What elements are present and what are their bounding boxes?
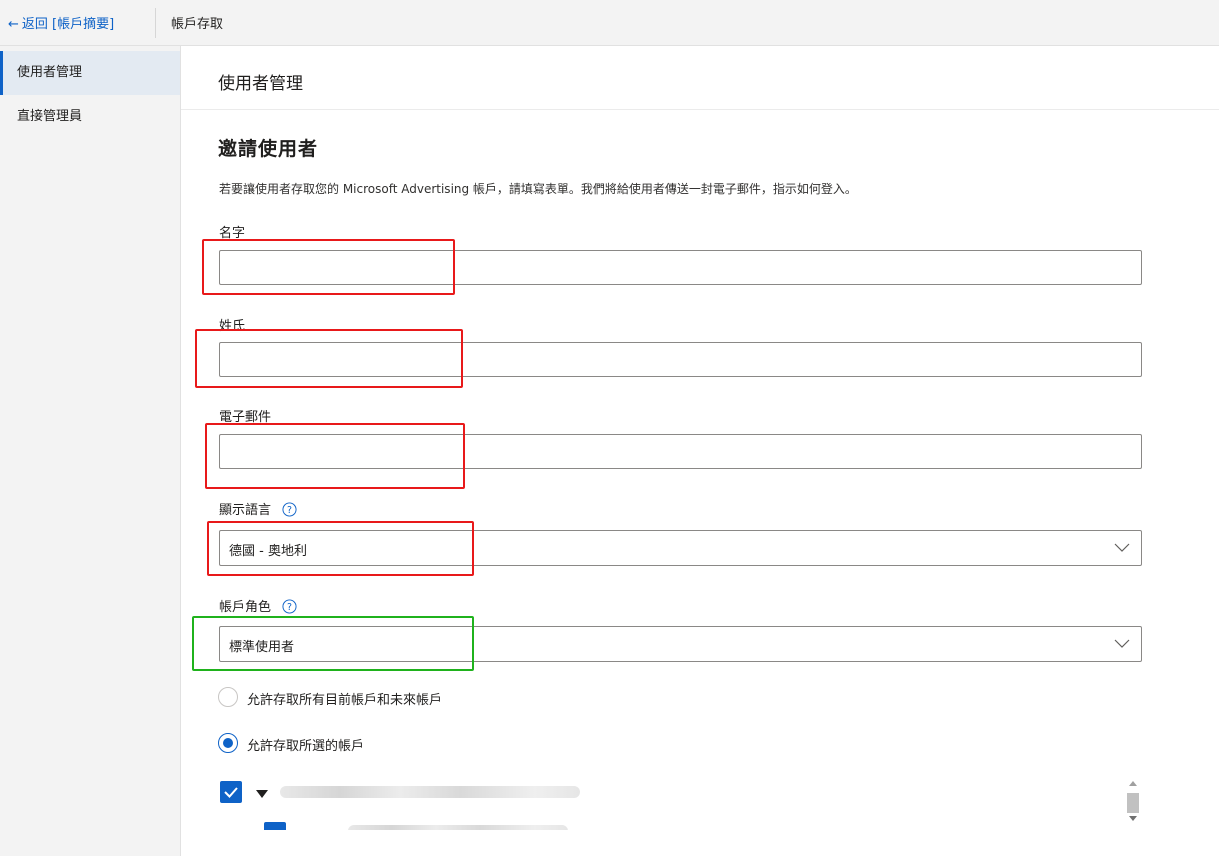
form-description: 若要讓使用者存取您的 Microsoft Advertising 帳戶，請填寫表… [219,182,857,196]
account-role-select[interactable]: 標準使用者 [219,626,1142,662]
top-bar-divider [155,8,156,38]
radio-all-accounts-label: 允許存取所有目前帳戶和未來帳戶 [247,693,443,708]
help-icon[interactable]: ? [282,502,297,517]
radio-dot [223,738,233,748]
sidebar: 使用者管理 直接管理員 [0,46,181,856]
back-to-account-summary-link[interactable]: ← 返回 [帳戶摘要] [8,13,114,32]
page-title: 帳戶存取 [171,17,224,32]
account-checkbox[interactable] [220,781,242,803]
display-language-label: 顯示語言 ? [219,499,297,518]
blurred-sub-account-name [348,825,568,830]
svg-text:?: ? [287,602,292,613]
top-bar: ← 返回 [帳戶摘要] 帳戶存取 [0,0,1219,46]
scroll-thumb[interactable] [1127,793,1139,813]
sidebar-item-user-management[interactable]: 使用者管理 [0,51,180,95]
account-tree [218,770,1142,830]
display-language-label-text: 顯示語言 [219,503,272,518]
invite-user-heading: 邀請使用者 [218,138,319,160]
scroll-up-arrow-icon[interactable] [1129,781,1137,786]
section-header: 使用者管理 [181,46,1219,110]
sidebar-item-direct-managers[interactable]: 直接管理員 [0,95,180,139]
account-role-label-text: 帳戶角色 [219,600,272,615]
sub-account-checkbox[interactable] [264,822,286,830]
account-role-label: 帳戶角色 ? [219,596,297,615]
last-name-label: 姓氏 [219,319,246,334]
back-link-label: 返回 [帳戶摘要] [21,17,115,32]
section-title: 使用者管理 [218,74,303,94]
chevron-down-icon [1114,543,1130,552]
email-label: 電子郵件 [219,410,272,425]
radio-selected-accounts-label: 允許存取所選的帳戶 [247,739,365,754]
back-arrow-icon: ← [8,17,19,32]
help-icon[interactable]: ? [282,599,297,614]
last-name-input[interactable] [219,342,1142,377]
first-name-label: 名字 [219,226,246,241]
display-language-select[interactable]: 德國 - 奧地利 [219,530,1142,566]
scroll-down-arrow-icon[interactable] [1129,816,1137,821]
radio-button-checked[interactable] [218,733,238,753]
blurred-account-name [280,786,580,798]
account-role-value: 標準使用者 [229,640,295,655]
svg-text:?: ? [287,505,292,516]
email-field[interactable] [219,434,1142,469]
first-name-input[interactable] [219,250,1142,285]
checkmark-icon [224,787,238,798]
radio-button[interactable] [218,687,238,707]
chevron-down-icon [1114,639,1130,648]
caret-down-icon[interactable] [256,790,268,798]
tree-scrollbar[interactable] [1125,773,1142,827]
display-language-value: 德國 - 奧地利 [229,544,307,559]
